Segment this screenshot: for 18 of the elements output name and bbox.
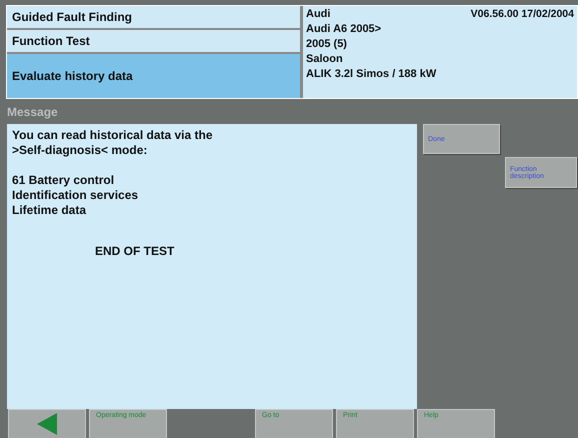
breadcrumb-item[interactable]: Evaluate history data <box>7 54 300 98</box>
message-title: Message <box>7 104 58 118</box>
vehicle-info-text: ALIK 3.2l Simos / 188 kW <box>306 67 436 82</box>
breadcrumb-item[interactable]: Guided Fault Finding <box>7 6 300 30</box>
message-text: Lifetime data <box>12 203 86 217</box>
message-text: 61 Battery control <box>12 173 114 187</box>
message-text: Identification services <box>12 188 138 202</box>
vehicle-info-text: Audi <box>306 7 332 22</box>
version-text: V06.56.00 17/02/2004 <box>470 7 574 22</box>
message-text: You can read historical data via the <box>12 128 213 142</box>
vehicle-info-text: 2005 (5) <box>306 37 348 52</box>
message-text: >Self-diagnosis< mode: <box>12 143 148 157</box>
breadcrumb-item[interactable]: Function Test <box>7 30 300 54</box>
back-button[interactable] <box>8 409 86 438</box>
vehicle-info-text: Audi A6 2005> <box>306 22 382 37</box>
back-arrow-icon <box>37 413 57 435</box>
vehicle-info-text: Saloon <box>306 52 344 67</box>
status-text: END OF TEST <box>95 244 174 258</box>
